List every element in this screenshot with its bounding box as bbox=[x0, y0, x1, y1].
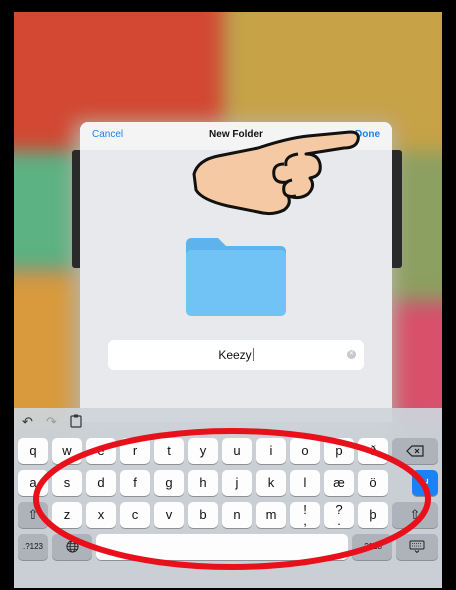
clear-icon[interactable]: ✕ bbox=[347, 350, 356, 359]
folder-name-field[interactable]: Keezy ✕ bbox=[108, 340, 364, 370]
folder-name-input-value: Keezy bbox=[218, 348, 254, 362]
folder-icon bbox=[186, 238, 286, 316]
device-frame: Cancel New Folder Done Keezy ✕ ↶ ↷ q w e… bbox=[0, 0, 456, 590]
annotation-oval bbox=[33, 428, 431, 570]
pointing-hand-icon bbox=[192, 130, 360, 216]
